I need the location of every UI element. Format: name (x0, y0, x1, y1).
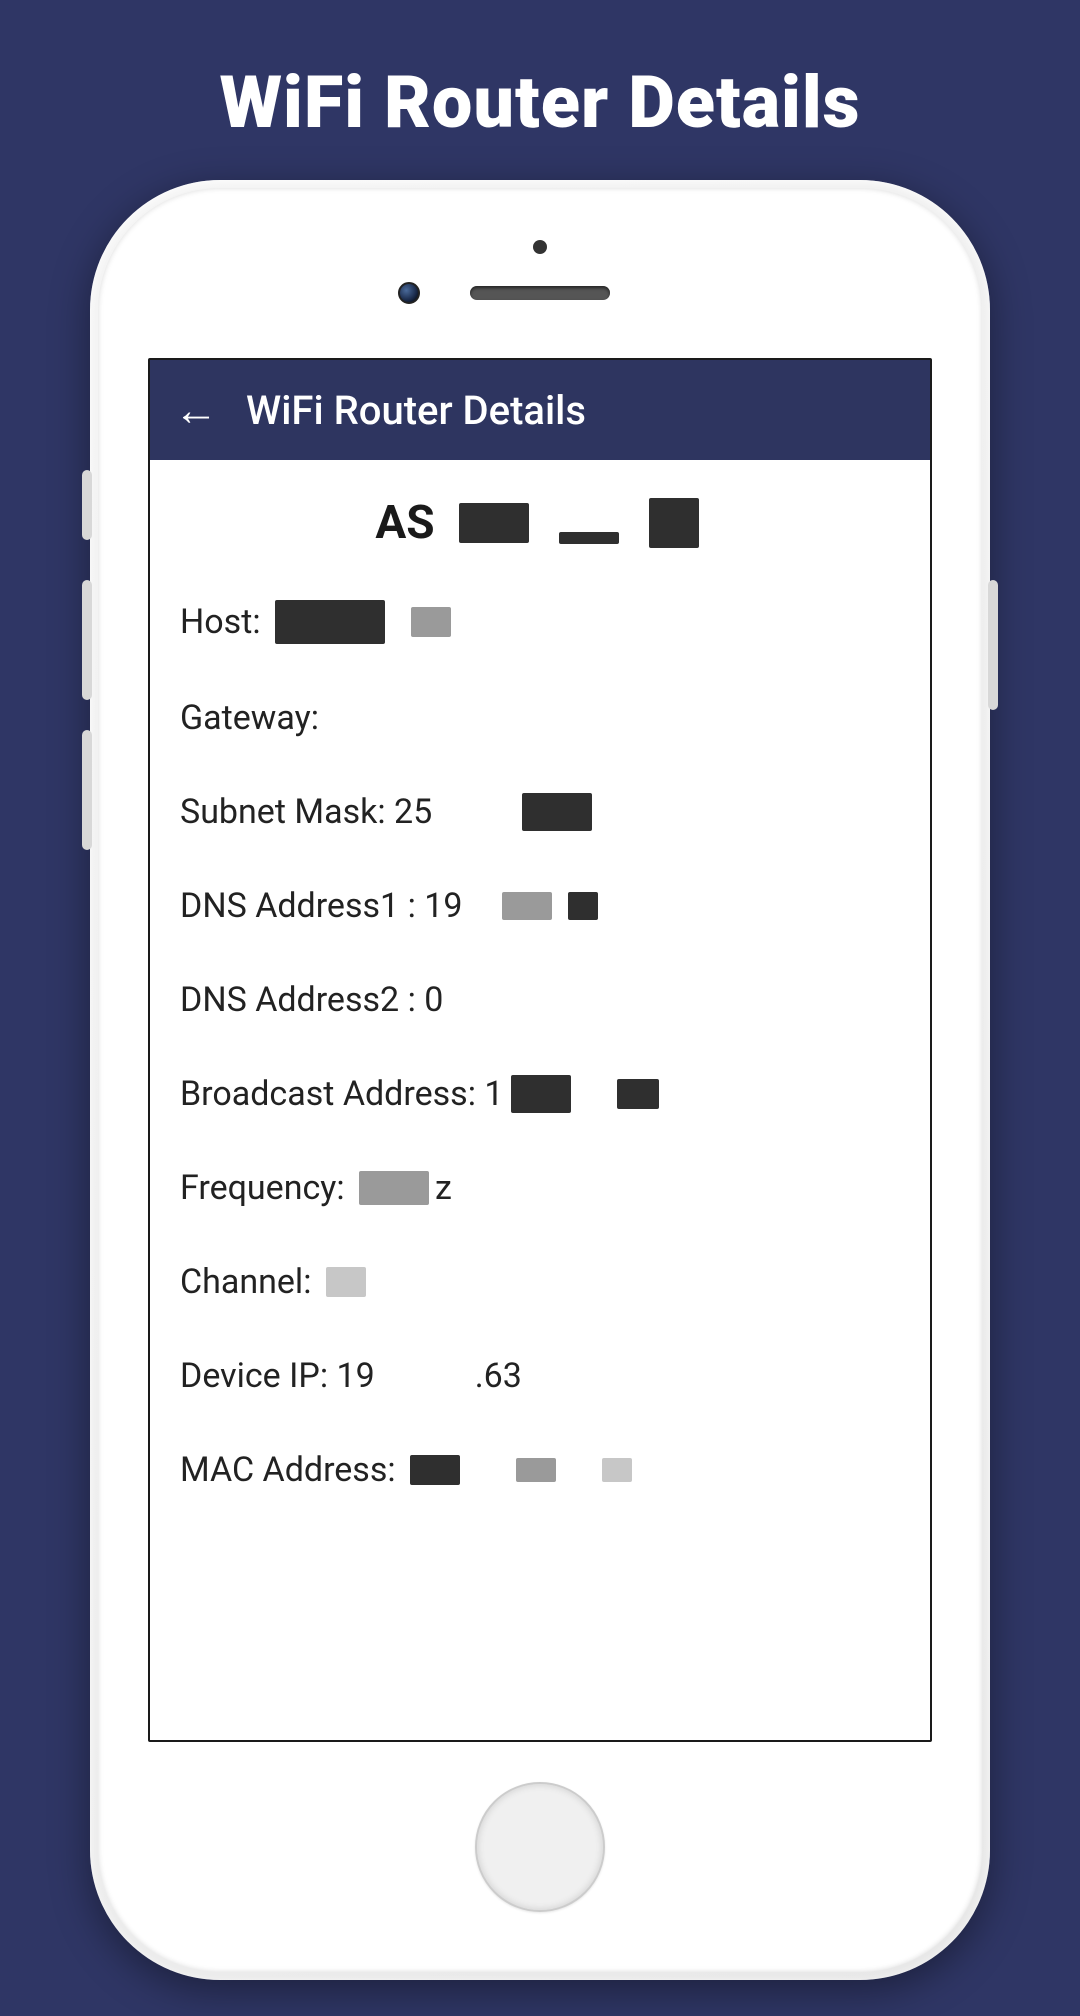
redacted-block (359, 1171, 429, 1205)
detail-row-frequency: Frequency: z (180, 1168, 900, 1208)
detail-label: Subnet Mask: (180, 792, 394, 832)
detail-row-dns1: DNS Address1 : 19 (180, 886, 900, 926)
phone-inner: ← WiFi Router Details AS Host: Gateway: (98, 188, 982, 1972)
front-camera (398, 282, 420, 304)
detail-value-partial: 19 (337, 1356, 375, 1396)
detail-label: Host: (180, 602, 269, 642)
app-header: ← WiFi Router Details (150, 360, 930, 460)
redacted-block (617, 1079, 659, 1109)
detail-label: Frequency: (180, 1168, 353, 1208)
redacted-block (410, 1455, 460, 1485)
redacted-block (502, 892, 552, 920)
app-header-title: WiFi Router Details (246, 387, 586, 434)
detail-row-dns2: DNS Address2 : 0 (180, 980, 900, 1020)
detail-value-suffix: z (435, 1168, 452, 1208)
volume-up-button (82, 580, 92, 700)
detail-value-suffix: .63 (475, 1356, 522, 1396)
redacted-block (602, 1458, 632, 1482)
app-screen: ← WiFi Router Details AS Host: Gateway: (148, 358, 932, 1742)
detail-value-partial: 19 (424, 886, 462, 926)
detail-value-partial: 25 (394, 792, 432, 832)
detail-row-broadcast: Broadcast Address: 1 (180, 1074, 900, 1114)
back-arrow-icon[interactable]: ← (174, 388, 218, 432)
network-name: AS (180, 496, 900, 550)
detail-value-partial: 1 (484, 1074, 503, 1114)
detail-row-deviceip: Device IP: 19 .63 (180, 1356, 900, 1396)
phone-frame: ← WiFi Router Details AS Host: Gateway: (90, 180, 990, 1980)
details-content: AS Host: Gateway: Subnet Mask: 25 (150, 460, 930, 1580)
detail-label: Channel: (180, 1262, 320, 1302)
redacted-block (275, 600, 385, 644)
network-name-prefix: AS (375, 496, 434, 550)
redacted-block (459, 503, 529, 543)
detail-label: Gateway: (180, 698, 327, 738)
redacted-block (522, 793, 592, 831)
detail-label: DNS Address1 : (180, 886, 424, 926)
redacted-block (649, 498, 699, 548)
detail-label: DNS Address2 : (180, 980, 424, 1020)
detail-label: Device IP: (180, 1356, 337, 1396)
home-button[interactable] (475, 1782, 605, 1912)
redacted-block (511, 1075, 571, 1113)
redacted-block (411, 607, 451, 637)
promo-title: WiFi Router Details (0, 0, 1080, 145)
power-button (988, 580, 998, 710)
detail-row-gateway: Gateway: (180, 698, 900, 738)
volume-down-button (82, 730, 92, 850)
redacted-block (559, 532, 619, 544)
mute-switch (82, 470, 92, 540)
detail-row-subnet: Subnet Mask: 25 (180, 792, 900, 832)
proximity-sensor (533, 240, 547, 254)
detail-row-mac: MAC Address: (180, 1450, 900, 1490)
detail-row-host: Host: (180, 600, 900, 644)
detail-label: MAC Address: (180, 1450, 404, 1490)
detail-row-channel: Channel: (180, 1262, 900, 1302)
detail-label: Broadcast Address: (180, 1074, 484, 1114)
earpiece-speaker (470, 286, 610, 300)
redacted-block (516, 1458, 556, 1482)
redacted-block (568, 892, 598, 920)
redacted-block (326, 1267, 366, 1297)
detail-value-partial: 0 (424, 980, 443, 1020)
